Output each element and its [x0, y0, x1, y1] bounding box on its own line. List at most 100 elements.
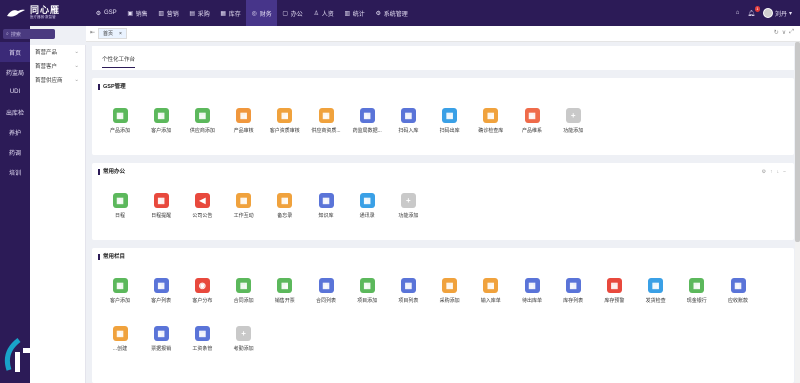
shortcut-label: 药监局数据... — [352, 128, 382, 134]
refresh-icon[interactable]: ↻ — [774, 29, 779, 36]
nav-item-4[interactable]: ▦ 库存 — [215, 0, 246, 26]
shortcut-icon: ▦ — [153, 108, 169, 123]
shortcut-item[interactable]: ▦ 产品审核 — [226, 108, 262, 134]
shortcut-item[interactable]: ▦ 工资条管 — [184, 326, 220, 352]
submenu-item-0[interactable]: 首营产品 ⌄ — [30, 45, 85, 59]
search-input[interactable]: ⌕ 搜索 — [3, 29, 55, 39]
shortcut-icon: ▦ — [277, 193, 293, 208]
nav-item-3[interactable]: ▤ 采购 — [184, 0, 215, 26]
collapse-icon[interactable]: ⇤ — [90, 29, 95, 36]
submenu-item-2[interactable]: 首营供应商 ⌄ — [30, 73, 85, 87]
shortcut-icon: ▦ — [359, 108, 375, 123]
shortcut-item[interactable]: ▦ 确诊检查库 — [473, 108, 509, 134]
shortcut-label: 合同添加 — [233, 298, 254, 304]
arrow-up-icon[interactable]: ↑ — [770, 169, 773, 175]
chevron-down-icon[interactable]: ∨ — [782, 29, 786, 36]
nav-item-5[interactable]: ◎ 财务 — [245, 0, 277, 26]
expand-icon[interactable]: ⤢ — [789, 29, 794, 36]
shortcut-icon: ▦ — [400, 278, 416, 293]
nav-item-7[interactable]: ♙ 人资 — [308, 0, 339, 26]
home-icon[interactable]: ⌂ — [736, 10, 740, 16]
sidebar-item-1[interactable]: 药监局 — [0, 62, 30, 82]
sidebar-item-4[interactable]: 养护 — [0, 122, 30, 142]
sidebar-item-3[interactable]: 出库检 — [0, 102, 30, 122]
shortcut-item[interactable]: ▦ 客户添加 — [143, 108, 179, 134]
gear-icon[interactable]: ⚙ — [762, 169, 766, 175]
tab-label: 首页 — [103, 31, 114, 37]
shortcut-item[interactable]: + 考勤添加 — [226, 326, 262, 352]
shortcut-item[interactable]: ▦ 客户资质审核 — [267, 108, 303, 134]
shortcut-item[interactable]: ▦ 发货检查 — [638, 278, 674, 304]
nav-item-2[interactable]: ▥ 营销 — [153, 0, 184, 26]
shortcut-item[interactable]: ▦ 工作互动 — [226, 193, 262, 219]
shortcut-item[interactable]: ▦ 产品维系 — [514, 108, 550, 134]
shortcut-label: 产品添加 — [109, 128, 130, 134]
shortcut-item[interactable]: ◉ 客户分布 — [184, 278, 220, 304]
shortcut-label: 现金银行 — [686, 298, 707, 304]
sidebar-item-6[interactable]: 培训 — [0, 162, 30, 182]
shortcut-item[interactable]: ▦ 日程 — [102, 193, 138, 219]
tab-home[interactable]: 首页 × — [98, 28, 127, 39]
shortcut-item[interactable]: ▦ ...创建 — [102, 326, 138, 352]
shortcut-item[interactable]: ▦ 扫码出库 — [432, 108, 468, 134]
sidebar-item-5[interactable]: 药调 — [0, 142, 30, 162]
shortcut-item[interactable]: ▦ 供应商添加 — [184, 108, 220, 134]
shortcut-item[interactable]: ▦ 合同列表 — [308, 278, 344, 304]
shortcut-item[interactable]: ▦ 日程提醒 — [143, 193, 179, 219]
arrow-down-icon[interactable]: ↓ — [777, 169, 780, 175]
shortcut-item[interactable]: ▦ 输入库单 — [473, 278, 509, 304]
shortcut-item[interactable]: ▦ 通讯录 — [349, 193, 385, 219]
shortcut-icon: ▦ — [153, 278, 169, 293]
shortcut-item[interactable]: ▦ 客户列表 — [143, 278, 179, 304]
person-icon: ♙ — [313, 10, 319, 17]
shortcut-item[interactable]: ▦ 采购添加 — [432, 278, 468, 304]
nav-item-0[interactable]: ⚙ GSP — [90, 0, 122, 26]
shortcut-item[interactable]: + 功能添加 — [390, 193, 426, 219]
nav-item-8[interactable]: ▥ 统计 — [339, 0, 370, 26]
shortcut-label: 待出库单 — [521, 298, 542, 304]
shortcut-item[interactable]: ▦ 待出库单 — [514, 278, 550, 304]
tab-personal-workbench[interactable]: 个性化工作台 — [102, 55, 136, 68]
nav-item-6[interactable]: ▢ 办公 — [277, 0, 308, 26]
shortcut-item[interactable]: ▦ 应收账款 — [720, 278, 756, 304]
shortcut-item[interactable]: ▦ 销售开票 — [267, 278, 303, 304]
shortcut-label: 备忘录 — [277, 213, 293, 219]
shortcut-item[interactable]: ▦ 知识库 — [308, 193, 344, 219]
sidebar-item-0[interactable]: 首页 — [0, 42, 30, 62]
shortcut-icon: ▦ — [194, 326, 210, 341]
shortcut-label: 库存列表 — [563, 298, 584, 304]
shortcut-item[interactable]: ▦ 票据报销 — [143, 326, 179, 352]
shortcut-item[interactable]: ▦ 合同添加 — [226, 278, 262, 304]
shortcut-item[interactable]: + 功能添加 — [555, 108, 591, 134]
shortcut-item[interactable]: ◀ 公司公告 — [184, 193, 220, 219]
bell-icon[interactable]: 🔔︎ 1 — [747, 5, 760, 17]
search-icon: ⌕ — [6, 31, 9, 37]
shortcut-item[interactable]: ▦ 扫码入库 — [390, 108, 426, 134]
shortcut-item[interactable]: ▦ 项目列表 — [390, 278, 426, 304]
shortcut-item[interactable]: ▦ 客户添加 — [102, 278, 138, 304]
shortcut-item[interactable]: ▦ 项目添加 — [349, 278, 385, 304]
scrollbar-thumb[interactable] — [795, 42, 800, 242]
nav-item-1[interactable]: ▣ 销售 — [122, 0, 153, 26]
shortcut-item[interactable]: ▦ 现金银行 — [679, 278, 715, 304]
shortcut-item[interactable]: ▦ 备忘录 — [267, 193, 303, 219]
user-menu[interactable]: 刘丹 ▾ — [762, 8, 792, 18]
brand-logo[interactable]: 同心雁 医疗器械·数智管 — [0, 0, 90, 26]
shortcut-item[interactable]: ▦ 产品添加 — [102, 108, 138, 134]
minus-icon[interactable]: − — [783, 169, 786, 175]
nav-item-9[interactable]: ⚙ 系统管理 — [370, 0, 413, 26]
nav-label: 库存 — [228, 11, 241, 18]
close-icon[interactable]: × — [119, 31, 122, 37]
submenu-item-1[interactable]: 首营客户 ⌄ — [30, 59, 85, 73]
shortcut-label: 供应商添加 — [189, 128, 215, 134]
shortcut-icon: ▦ — [442, 108, 458, 123]
shortcut-item[interactable]: ▦ 药监局数据... — [349, 108, 385, 134]
shortcut-item[interactable]: ▦ 库存列表 — [555, 278, 591, 304]
shortcut-label: 产品审核 — [233, 128, 254, 134]
sidebar-item-2[interactable]: UDI — [0, 82, 30, 102]
chevron-down-icon: ▾ — [788, 10, 792, 17]
shortcut-icon: ▦ — [524, 278, 540, 293]
shortcut-item[interactable]: ▦ 供应商资质... — [308, 108, 344, 134]
shortcut-icon: ▦ — [318, 108, 334, 123]
shortcut-item[interactable]: ▦ 库存预警 — [596, 278, 632, 304]
